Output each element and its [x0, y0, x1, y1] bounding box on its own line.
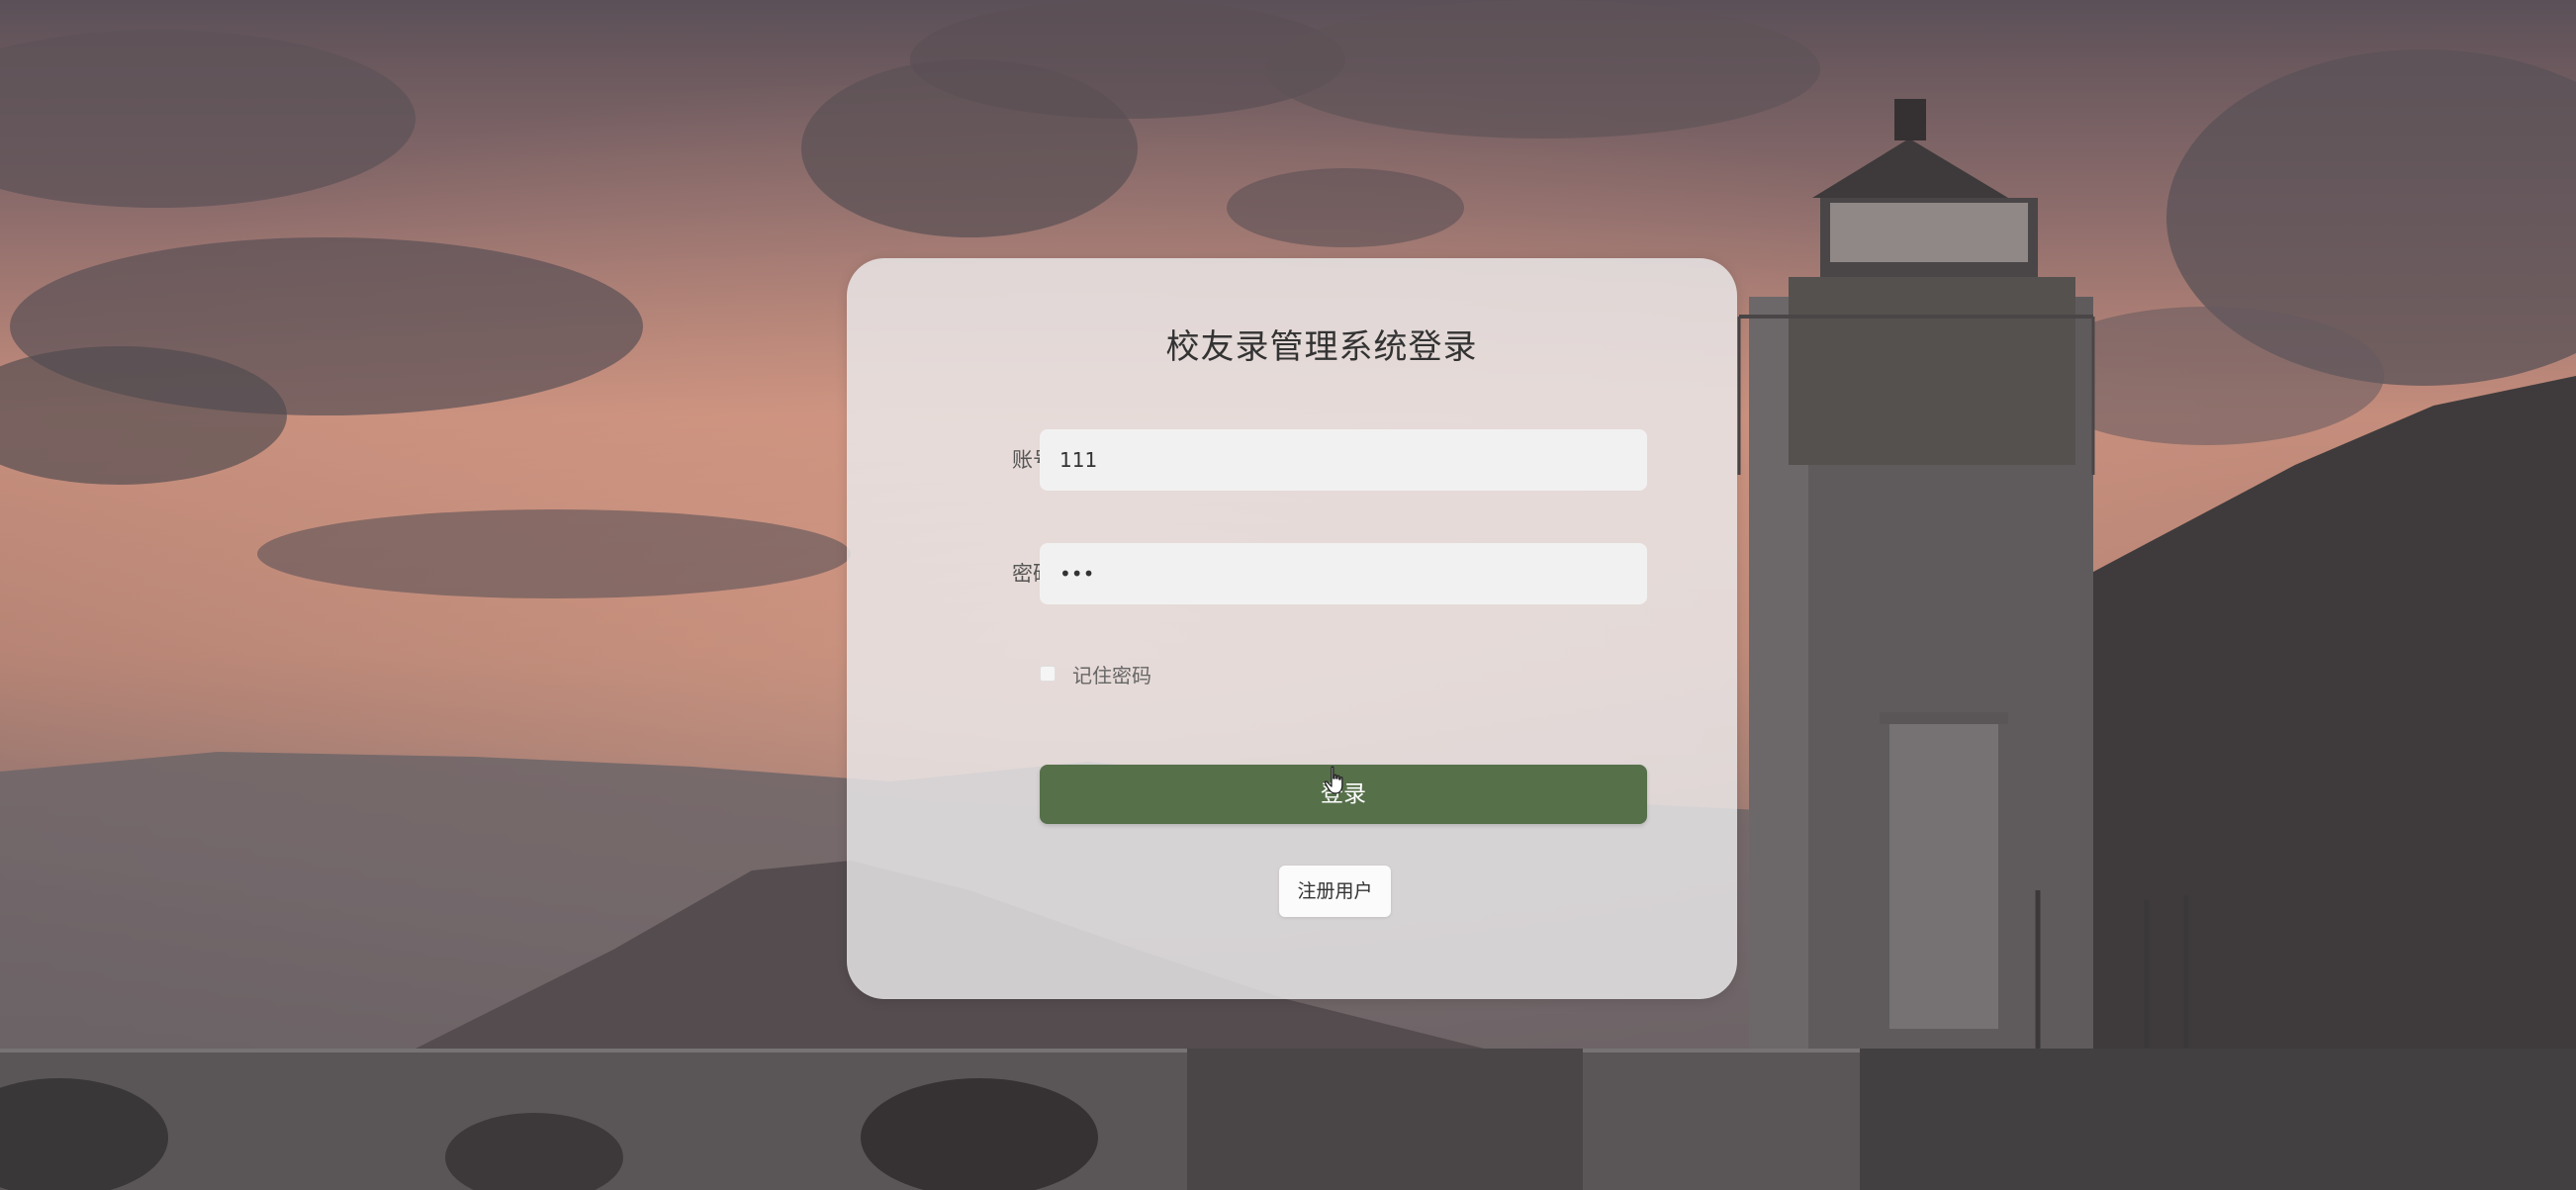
password-row: 密码： [847, 543, 1737, 604]
login-title: 校友录管理系统登录 [1165, 327, 1478, 367]
login-page: 校友录管理系统登录 账号： 密码： 记住密码 登录 注册用户 [0, 0, 2576, 1190]
username-row: 账号： [847, 429, 1737, 491]
remember-password-row[interactable]: 记住密码 [1040, 659, 1151, 688]
password-input[interactable] [1040, 543, 1647, 604]
register-button[interactable]: 注册用户 [1279, 866, 1391, 917]
remember-password-checkbox[interactable] [1040, 666, 1056, 682]
remember-password-label[interactable]: 记住密码 [1072, 660, 1151, 688]
username-input[interactable] [1040, 429, 1647, 491]
login-card: 校友录管理系统登录 账号： 密码： 记住密码 登录 注册用户 [847, 258, 1737, 999]
hand-pointer-icon [1324, 766, 1347, 795]
